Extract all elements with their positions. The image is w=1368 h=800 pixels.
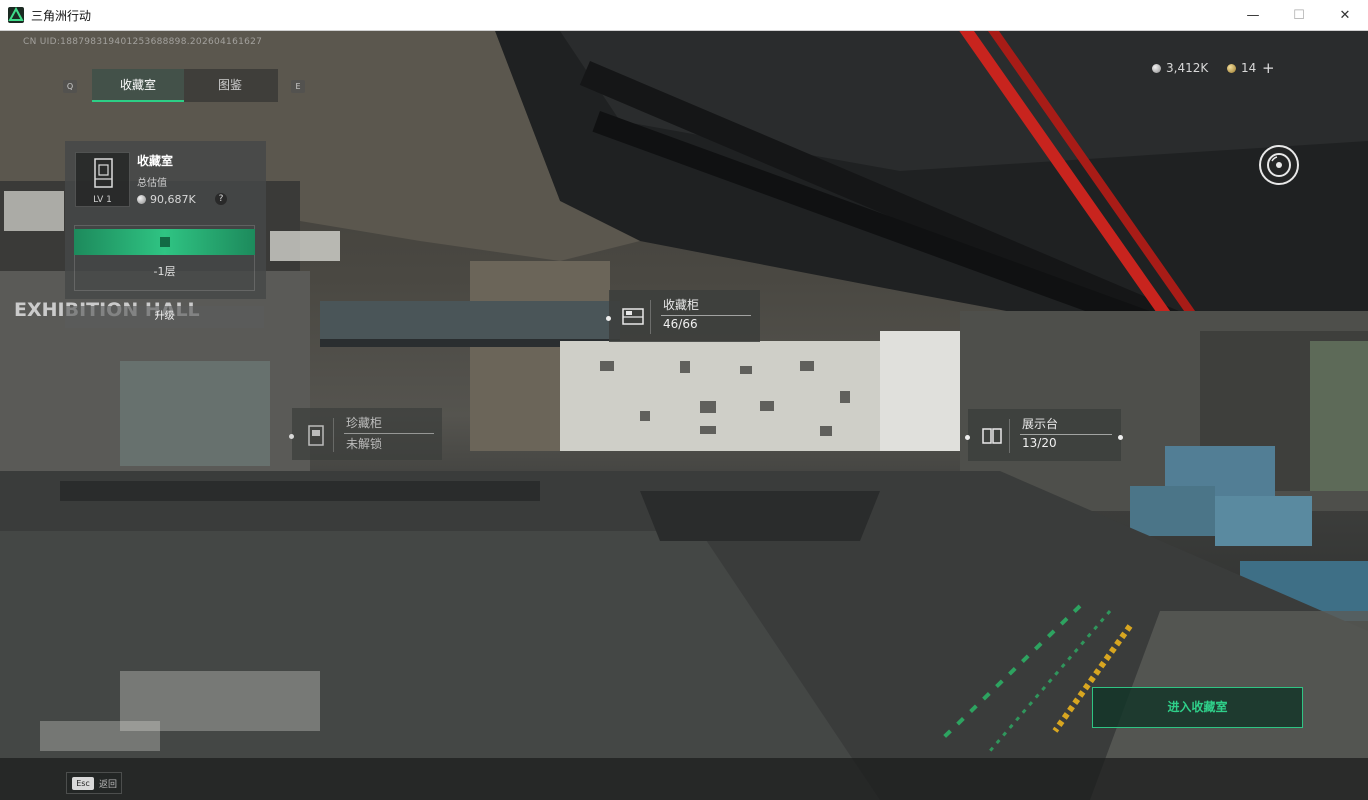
enter-collection-room-button[interactable]: 进入收藏室 — [1092, 687, 1303, 728]
floor-selected-bar[interactable] — [74, 229, 255, 255]
collection-tabs: 收藏室 图鉴 — [92, 69, 278, 102]
gold-coin-icon — [1227, 63, 1236, 73]
close-button[interactable]: ✕ — [1322, 0, 1368, 31]
upgrade-button[interactable]: 升级 — [65, 306, 264, 328]
hotspot-name: 收藏柜 — [663, 298, 700, 312]
help-icon[interactable]: ? — [215, 193, 227, 205]
esc-key-label: Esc — [72, 777, 94, 790]
hotspot-name: 展示台 — [1022, 417, 1059, 431]
panel-title: 收藏室 — [137, 154, 174, 168]
game-viewport: EXHIBITION HALL — [0, 31, 1368, 800]
gold-currency: 14 — [1227, 61, 1256, 75]
tab-catalog[interactable]: 图鉴 — [184, 69, 276, 102]
room-level: LV 1 — [93, 195, 112, 205]
gold-amount: 14 — [1241, 61, 1257, 75]
maximize-button[interactable]: ☐ — [1276, 0, 1322, 31]
total-value: 90,687K — [137, 193, 196, 206]
cabinet-icon — [617, 300, 651, 334]
collection-room-panel: LV 1 收藏室 总估值 90,687K ? -1层 — [65, 141, 266, 299]
window-controls: — ☐ ✕ — [1230, 0, 1368, 31]
user-uid: CN UID:188798319401253688898.20260416162… — [23, 37, 263, 47]
window-title: 三角洲行动 — [31, 8, 92, 23]
back-label: 返回 — [99, 780, 118, 790]
music-disc-button[interactable] — [1259, 145, 1299, 185]
add-currency-button[interactable]: + — [1262, 59, 1275, 77]
hotspot-value: 13/20 — [1022, 436, 1057, 450]
tab-collection-room[interactable]: 收藏室 — [92, 69, 184, 102]
tab-prev-key[interactable]: Q — [63, 80, 77, 93]
silver-currency: 3,412K — [1152, 61, 1208, 75]
back-button[interactable]: Esc 返回 — [66, 772, 122, 794]
value-coin-icon — [137, 195, 146, 204]
hotspot-value: 未解锁 — [346, 437, 383, 451]
silver-amount: 3,412K — [1166, 61, 1209, 75]
hotspot-divider — [344, 433, 434, 434]
floor-marker-icon — [160, 237, 170, 247]
hotspot-divider — [1020, 434, 1112, 435]
hotspot-dot — [965, 435, 970, 440]
hotspot-name: 珍藏柜 — [346, 416, 383, 430]
minimize-button[interactable]: — — [1230, 0, 1276, 31]
window-titlebar: 三角洲行动 — ☐ ✕ — [0, 0, 1368, 31]
app-logo-icon — [8, 7, 24, 23]
silver-coin-icon — [1152, 63, 1161, 73]
hotspot-collection-cabinet[interactable]: 收藏柜 46/66 — [606, 290, 760, 342]
total-value-label: 总估值 — [137, 178, 167, 189]
display-stand-icon — [976, 419, 1010, 453]
hotspot-display-stand[interactable]: 展示台 13/20 — [965, 409, 1123, 461]
hotspot-dot — [289, 434, 294, 439]
total-value-amount: 90,687K — [150, 193, 196, 206]
locked-cabinet-icon — [300, 418, 334, 452]
hotspot-dot — [606, 316, 611, 321]
hotspot-divider — [661, 315, 751, 316]
bottom-bar: Esc 返回 — [0, 758, 1368, 800]
disc-icon — [1267, 153, 1291, 177]
hotspot-dot — [1118, 435, 1123, 440]
floor-label[interactable]: -1层 — [74, 263, 255, 279]
hotspot-value: 46/66 — [663, 317, 698, 331]
tab-next-key[interactable]: E — [291, 80, 305, 93]
hotspot-treasure-cabinet[interactable]: 珍藏柜 未解锁 — [289, 408, 442, 460]
